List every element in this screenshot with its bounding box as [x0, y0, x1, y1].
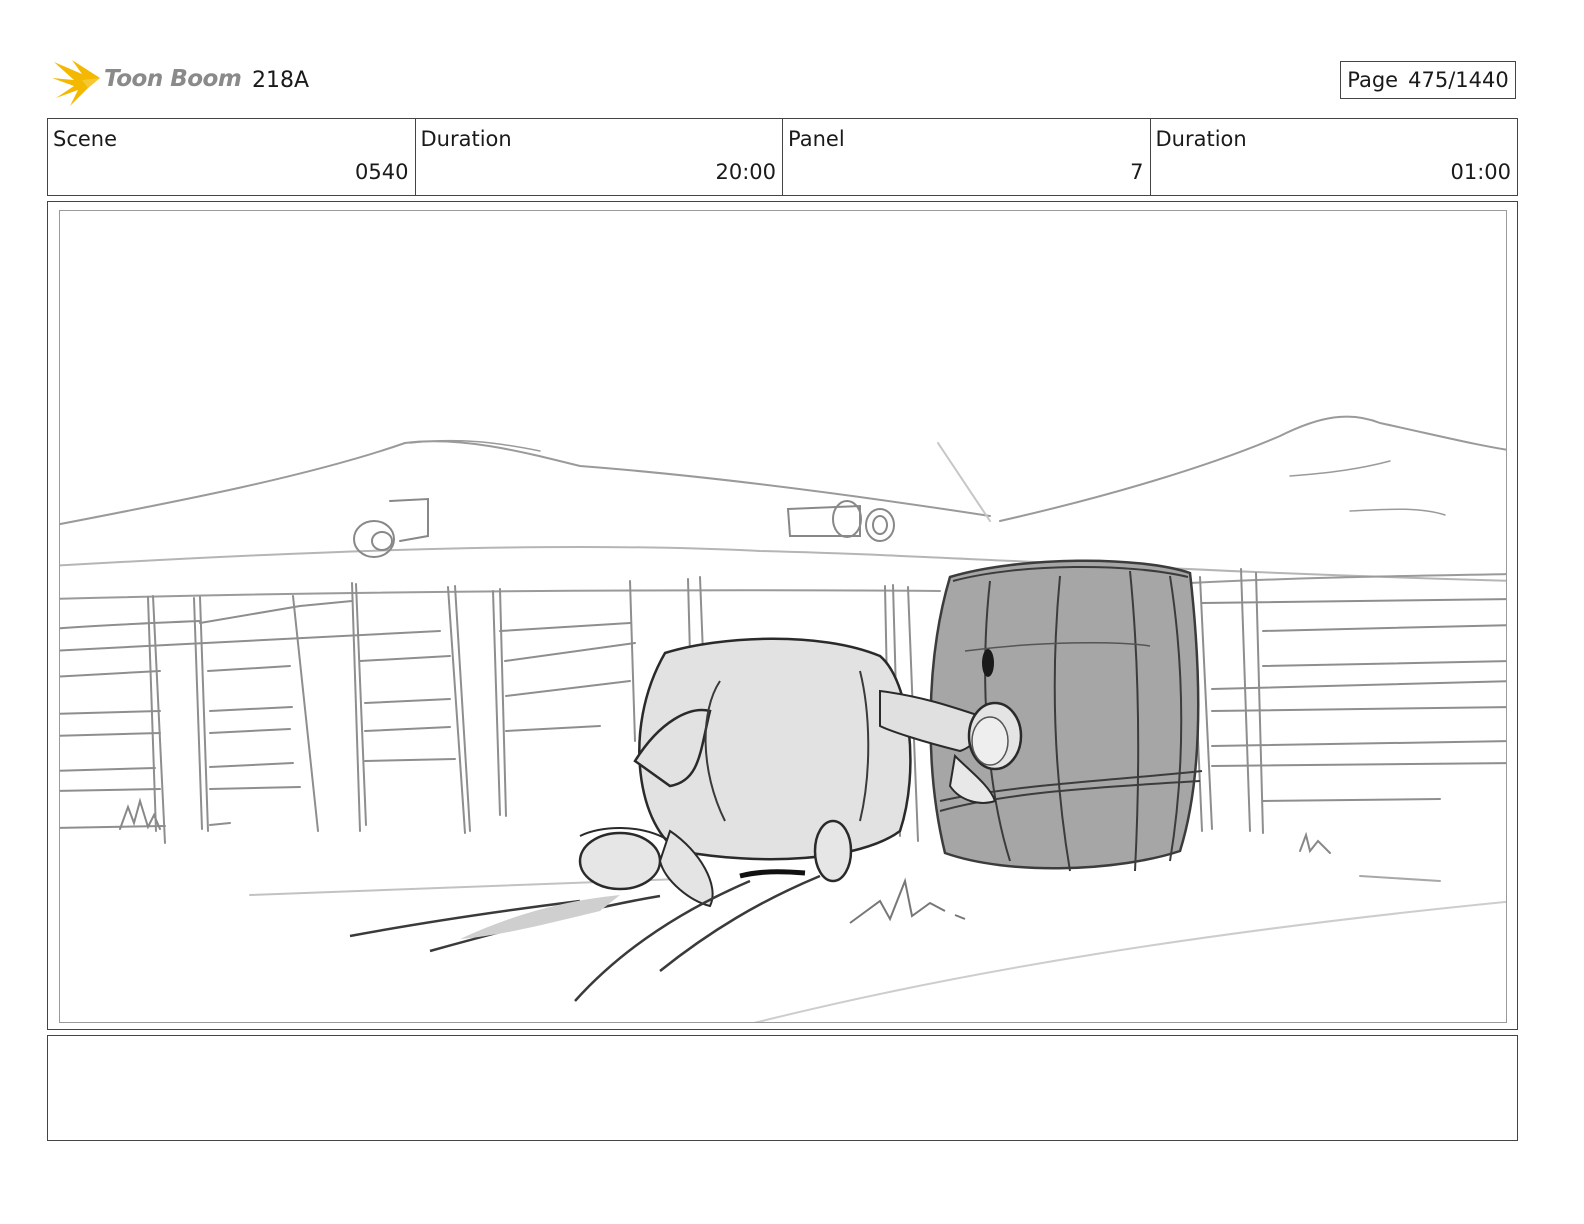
sketch-drawing [60, 415, 1506, 1022]
grass-tuft-left [119, 797, 161, 830]
hay-bale-right [786, 500, 895, 542]
toon-boom-logo: Toon Boom [52, 56, 242, 108]
logo-text: Toon Boom [104, 66, 242, 92]
panel-value: 7 [1130, 160, 1144, 184]
scene-value: 0540 [355, 160, 409, 184]
scene-duration-label: Duration [420, 127, 512, 151]
project-id: 218A [252, 68, 310, 93]
panel-cell: Panel 7 [783, 119, 1151, 195]
scene-info-table: Scene 0540 Duration 20:00 Panel 7 Durati… [47, 118, 1518, 196]
horizon-line [60, 545, 1506, 582]
scene-label: Scene [53, 127, 118, 151]
page-value: 475/1440 [1408, 68, 1509, 92]
scene-duration-value: 20:00 [715, 160, 776, 184]
hills-right [999, 415, 1506, 522]
panel-label: Panel [788, 127, 845, 151]
storyboard-panel-image [59, 210, 1507, 1023]
page-indicator: Page 475/1440 [1340, 61, 1516, 99]
scene-duration-cell: Duration 20:00 [416, 119, 783, 195]
character-sketch [349, 637, 1023, 1002]
scene-cell: Scene 0540 [48, 119, 416, 195]
storyboard-panel-frame [47, 201, 1518, 1030]
panel-duration-cell: Duration 01:00 [1151, 119, 1518, 195]
flame-logo-icon [52, 60, 100, 106]
panel-duration-label: Duration [1155, 127, 1247, 151]
barrel-hole [982, 649, 994, 677]
hills-left [60, 440, 991, 526]
page-label: Page [1347, 68, 1399, 92]
panel-duration-value: 01:00 [1450, 160, 1511, 184]
panel-notes-box [47, 1035, 1518, 1141]
hay-bale-left [353, 497, 429, 558]
grass-tuft-right [1299, 831, 1331, 854]
